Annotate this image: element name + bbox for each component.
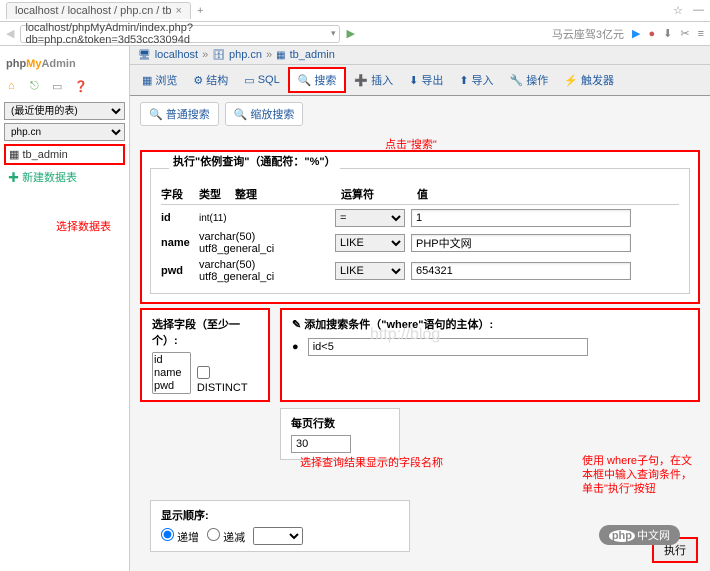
watermark: http://blog	[370, 326, 440, 344]
tab-triggers[interactable]: ⚡ 触发器	[556, 67, 622, 93]
annotation-select-table: 选择数据表	[56, 218, 111, 234]
order-desc-radio[interactable]	[207, 528, 220, 541]
select-fields-title: 选择字段（至少一个）:	[152, 316, 258, 348]
header-collation: 整理	[235, 186, 335, 202]
tab-search[interactable]: 🔍 搜索	[288, 67, 347, 93]
search-subtabs: 🔍 普通搜索 🔍 缩放搜索	[130, 96, 710, 132]
header-field: 字段	[161, 186, 193, 202]
phpmyadmin-logo: phpMyAdmin	[6, 54, 125, 72]
crumb-host[interactable]: localhost	[155, 49, 198, 61]
header-value: 值	[417, 186, 679, 202]
browser-url-bar: ◀ localhost/phpMyAdmin/index.php?db=php.…	[0, 22, 710, 46]
where-panel: ✎ 添加搜索条件（"where"语句的主体）: ●	[280, 308, 700, 402]
order-asc-label[interactable]: 递增	[161, 528, 199, 545]
browser-tab[interactable]: localhost / localhost / php.cn / tb ×	[6, 2, 191, 19]
operator-select-name[interactable]: LIKE	[335, 234, 405, 252]
operator-select-id[interactable]: =	[335, 209, 405, 227]
go-icon[interactable]: ▶	[346, 27, 354, 40]
value-input-id[interactable]	[411, 209, 631, 227]
tab-operations[interactable]: 🔧 操作	[502, 67, 557, 93]
content-area: 🖥 localhost » 🗄 php.cn » ▦ tb_admin ▦ 浏览…	[130, 46, 710, 571]
rows-per-page-panel: 每页行数	[280, 408, 400, 460]
rows-label: 每页行数	[291, 415, 389, 431]
bookmark-link[interactable]: 马云座驾3亿元	[552, 26, 624, 42]
nav-tabs: ▦ 浏览 ⚙ 结构 ▭ SQL 🔍 搜索 ➕ 插入 ⬇ 导出 ⬆ 导入 🔧 操作…	[130, 65, 710, 96]
query-row-name: name varchar(50) utf8_general_ci LIKE	[161, 231, 679, 255]
browser-tab-bar: localhost / localhost / php.cn / tb × + …	[0, 0, 710, 22]
php-cn-badge: php中文网	[599, 525, 680, 545]
order-desc-label[interactable]: 递减	[207, 528, 245, 545]
tab-browse[interactable]: ▦ 浏览	[134, 67, 185, 93]
docs-icon[interactable]: ❓	[74, 80, 88, 94]
new-table-button[interactable]: ✚ 新建数据表	[4, 165, 125, 189]
tab-sql[interactable]: ▭ SQL	[236, 67, 287, 93]
database-select[interactable]: php.cn	[4, 123, 125, 141]
order-field-select[interactable]	[253, 527, 303, 545]
sidebar: phpMyAdmin ⌂ ⎋ ▭ ❓ (最近使用的表) php.cn ▦ tb_…	[0, 46, 130, 571]
fields-list[interactable]: id name pwd	[152, 352, 191, 394]
query-by-example-panel: 执行"依例查询"（通配符："%"） 字段 类型 整理 运算符 值 id int(…	[140, 150, 700, 304]
url-input[interactable]: localhost/phpMyAdmin/index.php?db=php.cn…	[20, 25, 340, 43]
back-icon[interactable]: ◀	[6, 27, 14, 40]
crumb-db[interactable]: php.cn	[229, 49, 262, 61]
distinct-checkbox[interactable]	[197, 366, 210, 379]
order-title: 显示顺序:	[161, 507, 399, 523]
new-tab-button[interactable]: +	[191, 5, 209, 17]
distinct-checkbox-label[interactable]: DISTINCT	[197, 366, 258, 394]
tab-insert[interactable]: ➕ 插入	[346, 67, 401, 93]
rows-input[interactable]	[291, 435, 351, 453]
order-asc-radio[interactable]	[161, 528, 174, 541]
header-operator: 运算符	[341, 186, 411, 202]
query-row-pwd: pwd varchar(50) utf8_general_ci LIKE	[161, 259, 679, 283]
tab-structure[interactable]: ⚙ 结构	[185, 67, 236, 93]
subtab-normal-search[interactable]: 🔍 普通搜索	[140, 102, 219, 126]
query-row-id: id int(11) =	[161, 209, 679, 227]
where-input[interactable]	[308, 338, 588, 356]
play-icon[interactable]: ▶	[632, 27, 640, 40]
logout-icon[interactable]: ⎋	[30, 80, 44, 94]
sql-icon[interactable]: ▭	[52, 80, 66, 94]
tab-import[interactable]: ⬆ 导入	[451, 67, 501, 93]
query-panel-title: 执行"依例查询"（通配符："%"）	[169, 153, 340, 169]
select-fields-panel: 选择字段（至少一个）: id name pwd DISTINCT	[140, 308, 270, 402]
bookmark-icon[interactable]: ☆	[673, 4, 683, 17]
download-icon[interactable]: ⬇	[663, 27, 672, 40]
value-input-name[interactable]	[411, 234, 631, 252]
sidebar-table-tb-admin[interactable]: ▦ tb_admin	[4, 144, 125, 165]
cut-icon[interactable]: ✂	[680, 27, 689, 40]
url-text: localhost/phpMyAdmin/index.php?db=php.cn…	[25, 22, 330, 46]
tab-export[interactable]: ⬇ 导出	[401, 67, 451, 93]
recent-tables-select[interactable]: (最近使用的表)	[4, 102, 125, 120]
annotation-fields: 选择查询结果显示的字段名称	[300, 454, 443, 470]
tab-title: localhost / localhost / php.cn / tb	[15, 5, 172, 17]
crumb-table[interactable]: tb_admin	[290, 49, 335, 61]
menu-icon[interactable]: ≡	[698, 28, 704, 40]
order-panel: 显示顺序: 递增 递减	[150, 500, 410, 552]
operator-select-pwd[interactable]: LIKE	[335, 262, 405, 280]
subtab-zoom-search[interactable]: 🔍 缩放搜索	[225, 102, 304, 126]
breadcrumb: 🖥 localhost » 🗄 php.cn » ▦ tb_admin	[130, 46, 710, 65]
annotation-where: 使用 where子句，在文本框中输入查询条件，单击"执行"按钮	[582, 454, 702, 496]
home-icon[interactable]: ⌂	[8, 80, 22, 94]
chevron-down-icon[interactable]: ▾	[331, 28, 336, 39]
value-input-pwd[interactable]	[411, 262, 631, 280]
record-icon[interactable]: ●	[648, 28, 655, 40]
header-type: 类型	[199, 186, 229, 202]
close-icon[interactable]: ×	[176, 5, 182, 17]
minimize-icon[interactable]: —	[693, 4, 704, 17]
